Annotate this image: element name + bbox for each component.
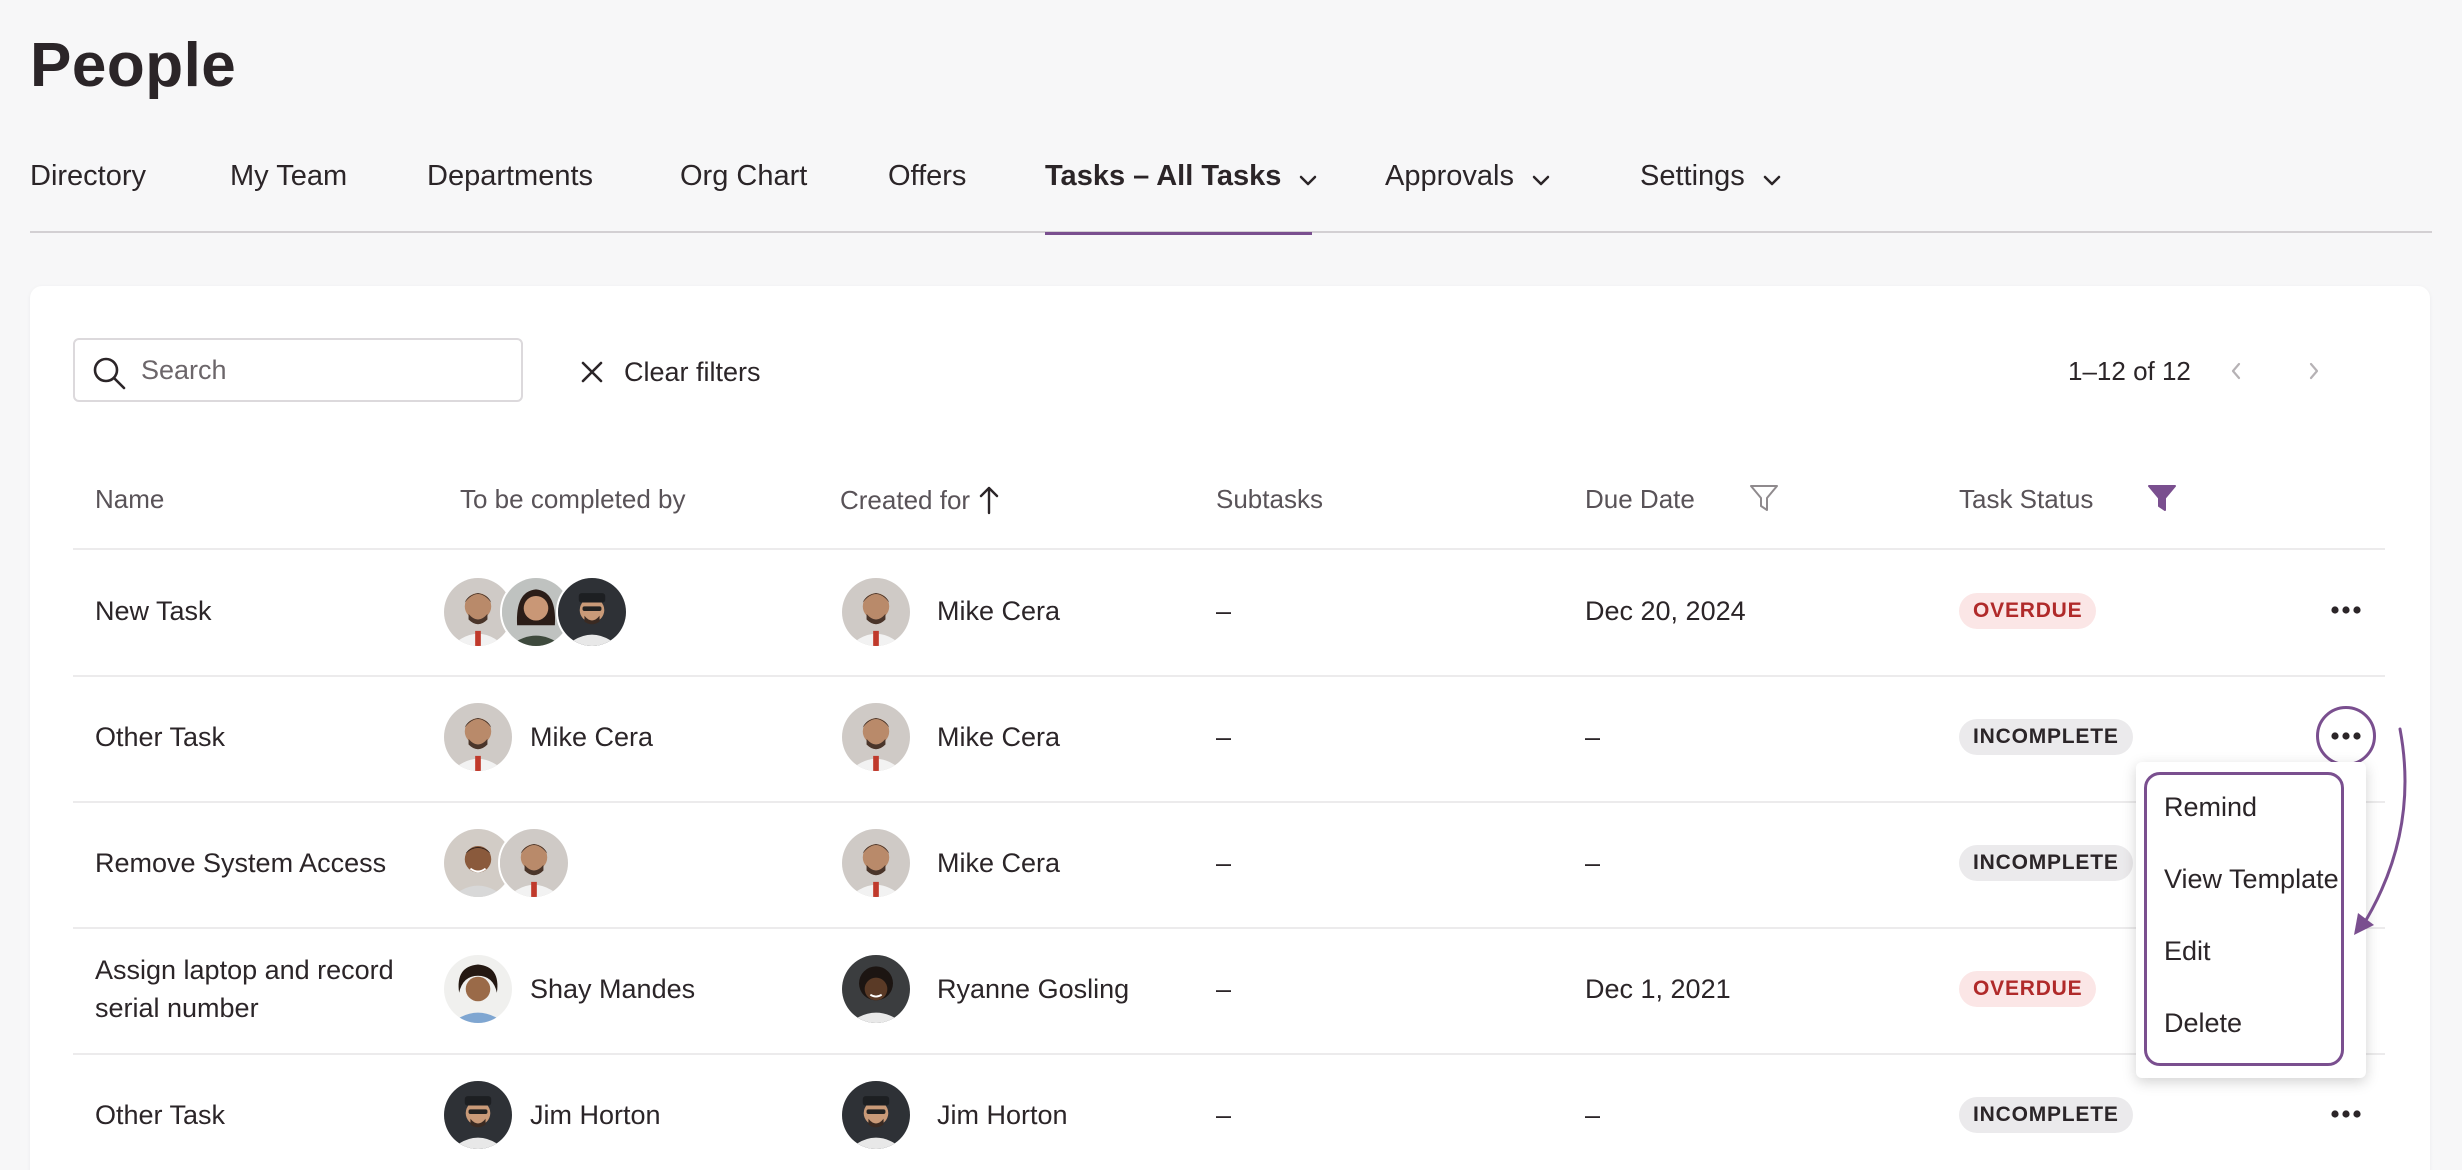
- avatar: [840, 576, 912, 648]
- due-date-value: Dec 20, 2024: [1585, 596, 1746, 626]
- tab-label: Settings: [1640, 160, 1745, 192]
- tab-settings[interactable]: Settings: [1640, 160, 1783, 233]
- avatar: [840, 827, 912, 899]
- due-date-value: Dec 1, 2021: [1585, 974, 1731, 1004]
- status-badge: INCOMPLETE: [1959, 719, 2133, 755]
- task-name[interactable]: New Task: [95, 596, 212, 627]
- row-divider: [73, 1053, 2385, 1055]
- menu-item-remind[interactable]: Remind: [2164, 792, 2257, 823]
- tab-directory[interactable]: Directory: [30, 160, 146, 233]
- tab-org-chart[interactable]: Org Chart: [680, 160, 807, 233]
- menu-item-view-template[interactable]: View Template: [2164, 864, 2339, 895]
- completed-by-name: Shay Mandes: [530, 974, 696, 1004]
- due-date-value: –: [1585, 1100, 1601, 1130]
- completed-by-name: Mike Cera: [530, 722, 654, 752]
- tab-label: Offers: [888, 160, 967, 192]
- pagination-count: 1–12 of 12: [2068, 356, 2191, 386]
- clear-filters-button[interactable]: Clear filters: [580, 352, 761, 392]
- column-header-due-date[interactable]: Due Date: [1585, 484, 1695, 515]
- tab-offers[interactable]: Offers: [888, 160, 966, 233]
- subtasks-value: –: [1216, 974, 1232, 1004]
- search-icon: [93, 357, 126, 390]
- status-badge: OVERDUE: [1959, 971, 2097, 1007]
- chevron-down-icon: [1761, 160, 1783, 200]
- row-divider: [73, 927, 2385, 929]
- status-badge: INCOMPLETE: [1959, 1097, 2133, 1133]
- row-actions-button[interactable]: [2316, 1084, 2376, 1144]
- status-badge: OVERDUE: [1959, 593, 2097, 629]
- more-horizontal-icon: [2331, 1110, 2361, 1118]
- tasks-card: Clear filters 1–12 of 12 Name To be comp…: [30, 286, 2430, 1170]
- tab-approvals[interactable]: Approvals: [1385, 160, 1552, 233]
- avatar: [556, 576, 628, 648]
- due-date-value: –: [1585, 848, 1601, 878]
- close-icon: [581, 361, 603, 383]
- column-header-task-status[interactable]: Task Status: [1959, 484, 2093, 515]
- created-for-name: Ryanne Gosling: [937, 974, 1130, 1004]
- tab-departments[interactable]: Departments: [427, 160, 593, 233]
- nav-tabs: Directory My Team Departments Org Chart …: [30, 160, 2432, 235]
- completed-by-name: Jim Horton: [530, 1100, 661, 1130]
- filter-icon[interactable]: [1748, 482, 1780, 519]
- created-for-name: Mike Cera: [937, 596, 1061, 626]
- tab-label: Org Chart: [680, 160, 808, 192]
- annotation-arrow-icon: [2350, 725, 2420, 950]
- column-header-created-for[interactable]: Created for: [840, 484, 1002, 516]
- task-name[interactable]: Other Task: [95, 1100, 225, 1131]
- tab-label: My Team: [230, 160, 348, 192]
- chevron-down-icon: [1530, 160, 1552, 200]
- task-name[interactable]: Remove System Access: [95, 848, 386, 879]
- next-page-button[interactable]: [2304, 356, 2324, 391]
- avatar: [840, 1079, 912, 1151]
- tab-label: Tasks – All Tasks: [1045, 160, 1282, 192]
- row-actions-button[interactable]: [2316, 580, 2376, 640]
- avatar: [442, 1079, 514, 1151]
- previous-page-button[interactable]: [2226, 356, 2246, 391]
- column-header-subtasks[interactable]: Subtasks: [1216, 484, 1323, 515]
- subtasks-value: –: [1216, 848, 1232, 878]
- more-horizontal-icon: [2331, 606, 2361, 614]
- column-header-name[interactable]: Name: [95, 484, 164, 515]
- avatar: [442, 701, 514, 773]
- task-name[interactable]: Assign laptop and record serial number: [95, 951, 415, 1027]
- subtasks-value: –: [1216, 722, 1232, 752]
- menu-item-edit[interactable]: Edit: [2164, 936, 2211, 967]
- tab-tasks[interactable]: Tasks – All Tasks: [1045, 160, 1317, 235]
- due-date-value: –: [1585, 722, 1601, 752]
- tab-my-team[interactable]: My Team: [230, 160, 347, 233]
- tab-label: Directory: [30, 160, 147, 192]
- search-field[interactable]: [73, 338, 523, 402]
- chevron-right-icon: [2309, 362, 2319, 380]
- created-for-name: Jim Horton: [937, 1100, 1068, 1130]
- avatar: [840, 701, 912, 773]
- chevron-left-icon: [2231, 362, 2241, 380]
- column-header-label: Created for: [840, 484, 971, 515]
- row-divider: [73, 675, 2385, 677]
- page-title: People: [30, 31, 237, 100]
- search-input[interactable]: [141, 350, 511, 390]
- row-divider: [73, 548, 2385, 550]
- avatar: [498, 827, 570, 899]
- task-name[interactable]: Other Task: [95, 722, 225, 753]
- row-divider: [73, 801, 2385, 803]
- avatar: [442, 953, 514, 1025]
- subtasks-value: –: [1216, 596, 1232, 626]
- row-actions-menu: Remind View Template Edit Delete: [2136, 762, 2366, 1078]
- sort-ascending-icon: [979, 486, 999, 515]
- subtasks-value: –: [1216, 1100, 1232, 1130]
- active-filter-icon[interactable]: [2146, 482, 2178, 519]
- tab-label: Departments: [427, 160, 594, 192]
- created-for-name: Mike Cera: [937, 848, 1061, 878]
- column-header-completed-by[interactable]: To be completed by: [460, 484, 685, 515]
- chevron-down-icon: [1297, 160, 1319, 200]
- clear-filters-label: Clear filters: [624, 356, 761, 387]
- created-for-name: Mike Cera: [937, 722, 1061, 752]
- status-badge: INCOMPLETE: [1959, 845, 2133, 881]
- menu-item-delete[interactable]: Delete: [2164, 1008, 2242, 1039]
- avatar: [840, 953, 912, 1025]
- tab-label: Approvals: [1385, 160, 1514, 192]
